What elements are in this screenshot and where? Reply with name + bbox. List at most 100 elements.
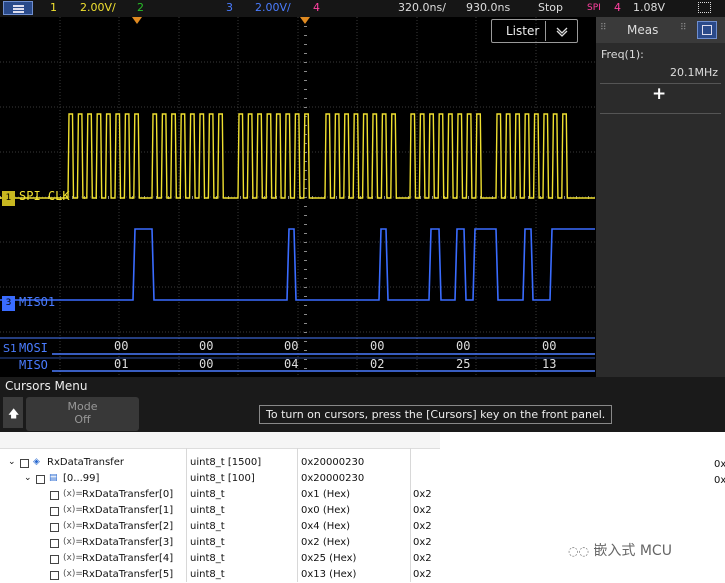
oscilloscope-display: 1 2.00V/ 2 3 2.00V/ 4 320.0ns/ 930.0ns S…: [0, 0, 725, 432]
variable-icon: (x)=: [63, 489, 83, 499]
var-address: 0x2: [413, 537, 432, 548]
delay[interactable]: 930.0ns: [466, 1, 510, 14]
table-row[interactable]: (x)= RxDataTransfer[4] uint8_t 0x25 (Hex) 0x…: [0, 551, 440, 567]
drag-handle-icon[interactable]: ⠿: [680, 23, 687, 33]
lister-toggle[interactable]: Lister: [491, 19, 578, 43]
miso1-label: MISO1: [19, 295, 56, 309]
ch1-number[interactable]: 1: [50, 1, 57, 14]
spi-clk-label: SPI CLK: [19, 189, 70, 203]
ch3-ground-marker[interactable]: 3: [2, 296, 15, 311]
lister-divider: [545, 21, 546, 41]
ch3-scale[interactable]: 2.00V/: [255, 1, 291, 14]
var-value: 0x25 (Hex): [301, 553, 357, 564]
var-type: uint8_t: [190, 569, 225, 580]
struct-icon: ◈: [33, 457, 40, 467]
miso-value: 00: [199, 357, 214, 371]
list-icon: [702, 25, 712, 35]
var-address: 0x2: [714, 475, 725, 486]
ch3-marker-label: 3: [5, 298, 12, 308]
var-name: RxDataTransfer[2]: [82, 521, 174, 532]
var-address: 0x2: [413, 553, 432, 564]
mosi-label: MOSI: [19, 341, 48, 355]
arrow-up-icon: 🡅: [8, 407, 20, 420]
var-type: uint8_t [100]: [190, 473, 255, 484]
add-measurement-button[interactable]: +: [652, 84, 666, 104]
measurement-panel: ⠿ Meas ⠿ Freq(1): 20.1MHz +: [596, 17, 725, 377]
var-type: uint8_t: [190, 521, 225, 532]
expand-arrow-icon[interactable]: ⌄: [24, 473, 32, 483]
variable-icon: (x)=: [63, 553, 83, 563]
trigger-source-number: 4: [614, 1, 621, 14]
var-type: uint8_t: [190, 537, 225, 548]
var-address: 0x2: [413, 489, 432, 500]
column-divider: [410, 448, 411, 582]
waveform-area[interactable]: [0, 17, 595, 377]
var-value: 0x20000230 0x2: [301, 457, 725, 470]
mode-label: Mode: [67, 400, 98, 413]
mode-softkey[interactable]: Mode Off: [26, 397, 139, 431]
var-address: 0x2: [413, 521, 432, 532]
trigger-position-marker: [132, 17, 142, 24]
var-value: 0x1 (Hex): [301, 489, 351, 500]
table-row[interactable]: ⌄ ▤ [0...99] uint8_t [100] 0x20000230 0x2: [0, 471, 725, 487]
expand-arrow-icon[interactable]: ⌄: [8, 457, 16, 467]
mode-value: Off: [74, 413, 91, 426]
ch1-scale[interactable]: 2.00V/: [80, 1, 116, 14]
cursors-menu-bar: Cursors Menu 🡅 Mode Off To turn on curso…: [0, 377, 725, 432]
var-type: uint8_t: [190, 505, 225, 516]
trigger-source[interactable]: SPI: [587, 3, 601, 13]
column-divider: [186, 448, 187, 582]
wechat-icon: ◌◌: [568, 544, 589, 558]
meas-name: Freq(1):: [601, 48, 644, 61]
var-name: RxDataTransfer[1]: [82, 505, 174, 516]
meas-divider: [600, 113, 721, 114]
run-state[interactable]: Stop: [538, 1, 563, 14]
meas-tab[interactable]: Meas: [627, 23, 658, 37]
table-row[interactable]: (x)= RxDataTransfer[3] uint8_t 0x2 (Hex) 0x2: [0, 535, 440, 551]
table-row[interactable]: ⌄ ◈ RxDataTransfer uint8_t [1500] 0x20000230…: [0, 455, 725, 471]
miso-bus-label: MISO: [19, 358, 48, 372]
menu-up-button[interactable]: 🡅: [3, 397, 23, 428]
table-row[interactable]: (x)= RxDataTransfer[2] uint8_t 0x4 (Hex) 0x2: [0, 519, 440, 535]
var-address: 0x2: [413, 505, 432, 516]
ch1-ground-marker[interactable]: 1: [2, 191, 15, 206]
drag-handle-icon[interactable]: ⠿: [600, 23, 607, 33]
table-header-strip: [0, 432, 440, 449]
trigger-level[interactable]: 1.08V: [633, 1, 665, 14]
table-row[interactable]: (x)= RxDataTransfer[0] uint8_t 0x1 (Hex) 0x2: [0, 487, 440, 503]
table-row[interactable]: (x)= RxDataTransfer[1] uint8_t 0x0 (Hex) 0x2: [0, 503, 440, 519]
miso-value: 02: [370, 357, 385, 371]
main-menu-button[interactable]: [3, 1, 33, 15]
var-type: uint8_t: [190, 553, 225, 564]
bus-marker[interactable]: S1: [3, 342, 17, 355]
ch2-number[interactable]: 2: [137, 1, 144, 14]
variable-icon: (x)=: [63, 521, 83, 531]
var-value: 0x4 (Hex): [301, 521, 351, 532]
window-mode-icon[interactable]: [698, 2, 711, 13]
chevron-down-icon: [556, 27, 568, 37]
cursors-message: To turn on cursors, press the [Cursors] …: [259, 405, 613, 424]
variable-icon: (x)=: [63, 505, 83, 515]
column-divider: [297, 448, 298, 582]
variable-icon: (x)=: [63, 569, 83, 579]
lister-label: Lister: [506, 24, 540, 38]
var-name: RxDataTransfer[5]: [82, 569, 174, 580]
panel-menu-button[interactable]: [697, 21, 717, 39]
miso-value: 01: [114, 357, 129, 371]
var-value: 0x13 (Hex): [301, 569, 357, 580]
status-bar: 1 2.00V/ 2 3 2.00V/ 4 320.0ns/ 930.0ns S…: [0, 0, 725, 17]
var-name: [0...99]: [63, 473, 100, 484]
miso-value: 04: [284, 357, 299, 371]
var-address: 0x2: [413, 569, 432, 580]
ch3-number[interactable]: 3: [226, 1, 233, 14]
timebase[interactable]: 320.0ns/: [398, 1, 446, 14]
var-value: 0x0 (Hex): [301, 505, 351, 516]
mosi-value: 00: [199, 339, 214, 353]
ch4-number[interactable]: 4: [313, 1, 320, 14]
mosi-value: 00: [284, 339, 299, 353]
variable-icon: (x)=: [63, 537, 83, 547]
cursors-menu-title: Cursors Menu: [5, 379, 88, 393]
var-name: RxDataTransfer[4]: [82, 553, 174, 564]
table-row[interactable]: (x)= RxDataTransfer[5] uint8_t 0x13 (Hex) 0x…: [0, 567, 440, 583]
delay-marker: [300, 17, 310, 24]
